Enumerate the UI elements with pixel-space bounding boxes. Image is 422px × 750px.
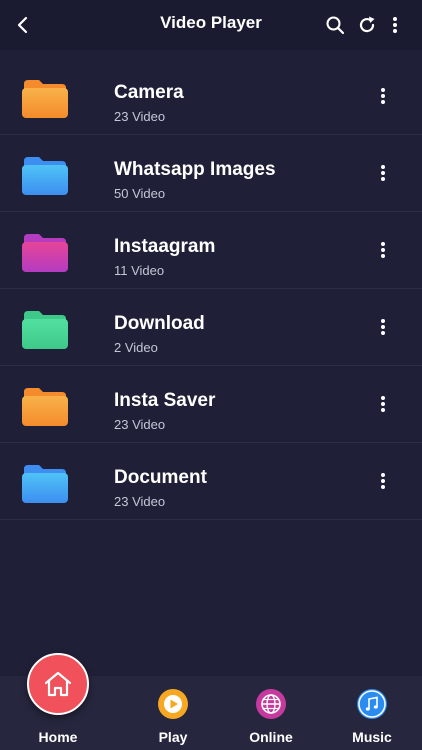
folder-icon bbox=[22, 234, 68, 272]
more-vertical-icon bbox=[381, 88, 385, 104]
folder-row[interactable]: Camera 23 Video bbox=[0, 58, 422, 135]
nav-play-label: Play bbox=[158, 729, 188, 745]
folder-video-count: 11 Video bbox=[114, 263, 165, 278]
search-button[interactable] bbox=[323, 13, 347, 37]
music-note-icon bbox=[357, 689, 387, 719]
folder-icon bbox=[22, 311, 68, 349]
nav-home-label: Home bbox=[38, 729, 78, 745]
more-vertical-icon bbox=[381, 165, 385, 181]
folder-row[interactable]: Instaagram 11 Video bbox=[0, 212, 422, 289]
nav-play[interactable]: Play bbox=[143, 676, 203, 750]
folder-icon bbox=[22, 465, 68, 503]
folder-row[interactable]: Whatsapp Images 50 Video bbox=[0, 135, 422, 212]
back-button[interactable] bbox=[10, 12, 36, 38]
more-vertical-icon bbox=[381, 473, 385, 489]
more-vertical-icon bbox=[381, 319, 385, 335]
folder-more-button[interactable] bbox=[372, 238, 394, 262]
folder-list: Camera 23 Video Whatsapp Images 50 Video bbox=[0, 58, 422, 520]
folder-row[interactable]: Insta Saver 23 Video bbox=[0, 366, 422, 443]
folder-more-button[interactable] bbox=[372, 469, 394, 493]
folder-video-count: 23 Video bbox=[114, 109, 166, 124]
folder-video-count: 2 Video bbox=[114, 340, 158, 355]
refresh-button[interactable] bbox=[355, 13, 379, 37]
folder-icon bbox=[22, 388, 68, 426]
more-vertical-icon bbox=[381, 242, 385, 258]
more-vertical-icon bbox=[393, 17, 397, 33]
folder-name: Document bbox=[114, 467, 207, 488]
nav-online-label: Online bbox=[249, 729, 293, 745]
more-vertical-icon bbox=[381, 396, 385, 412]
folder-video-count: 23 Video bbox=[114, 417, 166, 432]
play-icon bbox=[158, 689, 188, 719]
folder-icon bbox=[22, 157, 68, 195]
nav-online[interactable]: Online bbox=[241, 676, 301, 750]
folder-more-button[interactable] bbox=[372, 315, 394, 339]
nav-music[interactable]: Music bbox=[342, 676, 402, 750]
folder-more-button[interactable] bbox=[372, 161, 394, 185]
search-icon bbox=[326, 16, 345, 35]
home-icon bbox=[44, 671, 72, 697]
home-button[interactable] bbox=[27, 653, 89, 715]
refresh-icon bbox=[359, 16, 375, 33]
nav-music-label: Music bbox=[352, 729, 392, 745]
globe-icon bbox=[256, 689, 286, 719]
top-app-bar: Video Player bbox=[0, 0, 422, 50]
folder-row[interactable]: Document 23 Video bbox=[0, 443, 422, 520]
overflow-menu-button[interactable] bbox=[383, 13, 407, 37]
folder-name: Download bbox=[114, 313, 205, 334]
folder-name: Whatsapp Images bbox=[114, 159, 276, 180]
folder-more-button[interactable] bbox=[372, 84, 394, 108]
folder-video-count: 50 Video bbox=[114, 186, 166, 201]
folder-video-count: 23 Video bbox=[114, 494, 166, 509]
chevron-left-icon bbox=[17, 16, 28, 34]
folder-name: Insta Saver bbox=[114, 390, 216, 411]
folder-name: Camera bbox=[114, 82, 184, 103]
folder-name: Instaagram bbox=[114, 236, 216, 257]
folder-more-button[interactable] bbox=[372, 392, 394, 416]
folder-row[interactable]: Download 2 Video bbox=[0, 289, 422, 366]
folder-icon bbox=[22, 80, 68, 118]
